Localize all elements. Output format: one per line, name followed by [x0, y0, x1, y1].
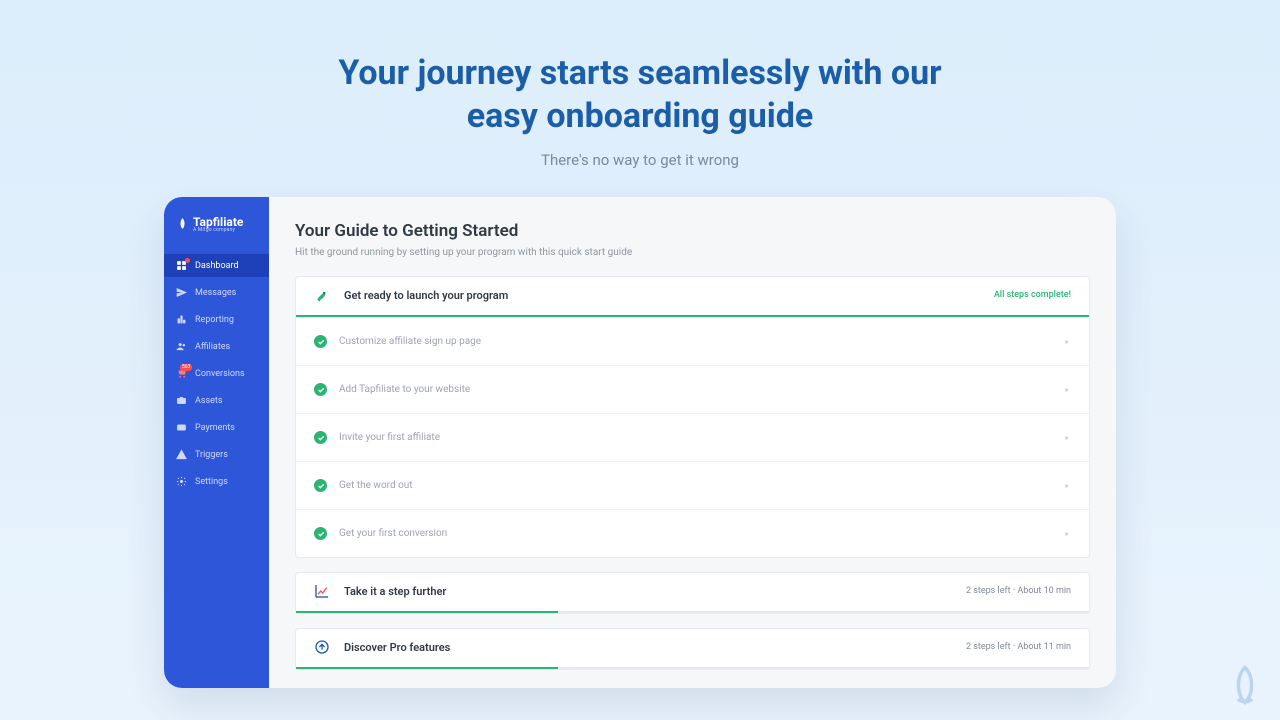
main-content: Your Guide to Getting Started Hit the gr…: [269, 197, 1116, 688]
section-launch: Get ready to launch your program All ste…: [295, 276, 1090, 558]
section-title: Get ready to launch your program: [344, 289, 508, 302]
check-icon: [314, 383, 327, 396]
chevron-right-icon: [1063, 332, 1071, 351]
step-title: Get the word out: [339, 480, 413, 491]
section-pro: Discover Pro features 2 steps left · Abo…: [295, 628, 1090, 670]
step-row[interactable]: Get the word out: [296, 461, 1089, 509]
sidebar-item-triggers[interactable]: Triggers: [164, 443, 269, 466]
sidebar-item-label: Settings: [195, 477, 228, 487]
grid-icon: [176, 260, 187, 271]
sidebar-item-label: Reporting: [195, 315, 234, 325]
check-icon: [314, 335, 327, 348]
step-title: Invite your first affiliate: [339, 432, 440, 443]
sidebar-item-label: Payments: [195, 423, 235, 433]
brand: Tapfiliate A Mitgo company: [164, 211, 269, 250]
sidebar-item-reporting[interactable]: Reporting: [164, 308, 269, 331]
users-icon: [176, 341, 187, 352]
cart-icon: 563: [176, 368, 187, 379]
progress-bar: [296, 667, 1089, 669]
step-title: Get your first conversion: [339, 528, 447, 539]
step-title: Customize affiliate sign up page: [339, 336, 481, 347]
sidebar-item-affiliates[interactable]: Affiliates: [164, 335, 269, 358]
step-row[interactable]: Add Tapfiliate to your website: [296, 365, 1089, 413]
step-row[interactable]: Customize affiliate sign up page: [296, 317, 1089, 365]
rocket-icon: [314, 287, 330, 303]
chevron-right-icon: [1063, 380, 1071, 399]
watermark-icon: [1224, 664, 1266, 710]
section-further: Take it a step further 2 steps left · Ab…: [295, 572, 1090, 614]
sidebar-item-settings[interactable]: Settings: [164, 470, 269, 493]
chevron-right-icon: [1063, 428, 1071, 447]
arrow-up-circle-icon: [314, 639, 330, 655]
badge-count: 563: [180, 364, 192, 371]
gear-icon: [176, 476, 187, 487]
section-meta: 2 steps left · About 11 min: [966, 642, 1071, 652]
sidebar-item-dashboard[interactable]: Dashboard: [164, 254, 269, 277]
hero-subtitle: There's no way to get it wrong: [0, 151, 1280, 169]
step-row[interactable]: Get your first conversion: [296, 509, 1089, 557]
check-icon: [314, 431, 327, 444]
section-header[interactable]: Discover Pro features 2 steps left · Abo…: [296, 629, 1089, 667]
app-window: Tapfiliate A Mitgo company Dashboard Mes…: [164, 197, 1116, 688]
wallet-icon: [176, 422, 187, 433]
step-title: Add Tapfiliate to your website: [339, 384, 470, 395]
section-meta: 2 steps left · About 10 min: [966, 586, 1071, 596]
sidebar-item-messages[interactable]: Messages: [164, 281, 269, 304]
hero-title-line2: easy onboarding guide: [0, 95, 1280, 138]
brand-tagline: A Mitgo company: [193, 228, 243, 233]
sidebar-item-payments[interactable]: Payments: [164, 416, 269, 439]
sidebar-item-assets[interactable]: Assets: [164, 389, 269, 412]
section-status: All steps complete!: [994, 290, 1071, 300]
page-subtitle: Hit the ground running by setting up you…: [295, 247, 1090, 258]
step-row[interactable]: Invite your first affiliate: [296, 413, 1089, 461]
send-icon: [176, 287, 187, 298]
sidebar: Tapfiliate A Mitgo company Dashboard Mes…: [164, 197, 269, 688]
growth-chart-icon: [314, 583, 330, 599]
section-header[interactable]: Take it a step further 2 steps left · Ab…: [296, 573, 1089, 611]
brand-icon: [176, 215, 189, 234]
section-header[interactable]: Get ready to launch your program All ste…: [296, 277, 1089, 315]
progress-bar: [296, 611, 1089, 613]
chart-icon: [176, 314, 187, 325]
sidebar-item-label: Affiliates: [195, 342, 230, 352]
sidebar-item-label: Conversions: [195, 369, 245, 379]
sidebar-item-label: Triggers: [195, 450, 228, 460]
sidebar-item-conversions[interactable]: 563 Conversions: [164, 362, 269, 385]
check-icon: [314, 527, 327, 540]
notification-dot: [185, 258, 190, 263]
hero-title-line1: Your journey starts seamlessly with our: [0, 52, 1280, 95]
chevron-right-icon: [1063, 524, 1071, 543]
briefcase-icon: [176, 395, 187, 406]
sidebar-item-label: Dashboard: [195, 261, 239, 271]
chevron-right-icon: [1063, 476, 1071, 495]
warning-icon: [176, 449, 187, 460]
sidebar-item-label: Messages: [195, 288, 236, 298]
section-title: Discover Pro features: [344, 641, 450, 654]
section-title: Take it a step further: [344, 585, 446, 598]
page-title: Your Guide to Getting Started: [295, 221, 1090, 241]
check-icon: [314, 479, 327, 492]
sidebar-item-label: Assets: [195, 396, 223, 406]
